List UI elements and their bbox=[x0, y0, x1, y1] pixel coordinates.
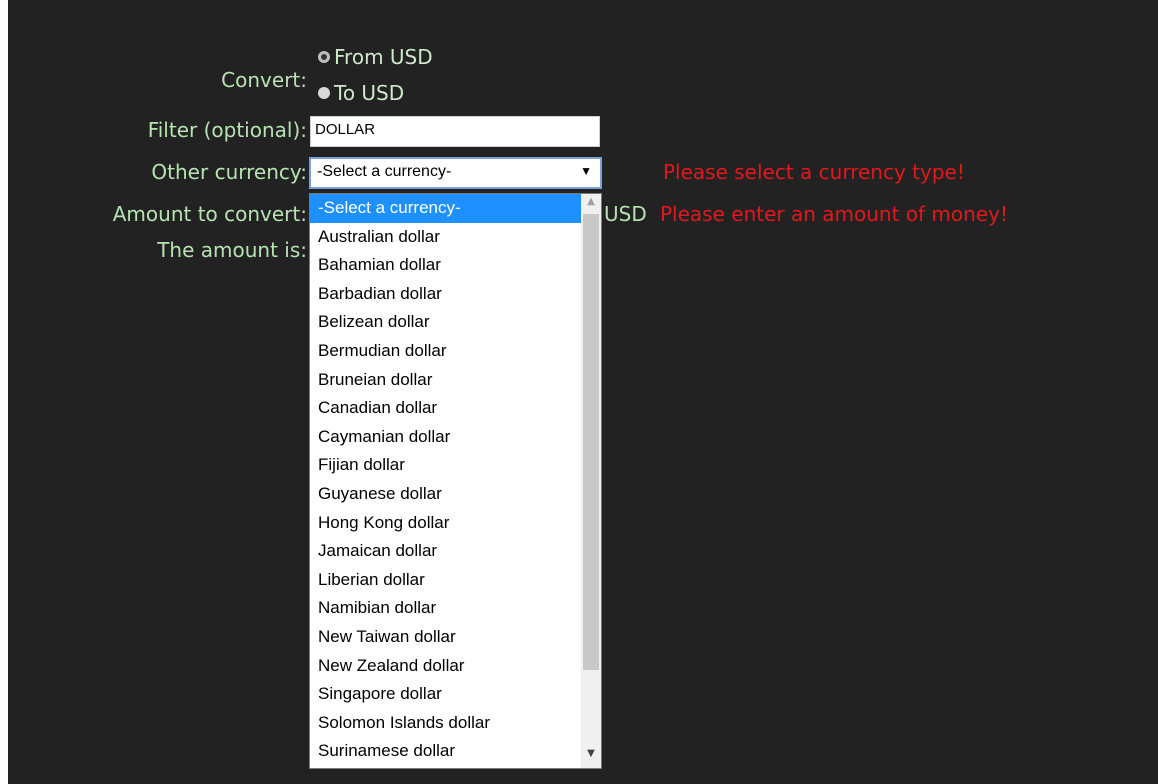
radio-from-usd-icon[interactable] bbox=[318, 51, 330, 63]
scrollbar-thumb[interactable] bbox=[583, 214, 599, 670]
radio-to-usd-label: To USD bbox=[334, 81, 405, 105]
dropdown-option[interactable]: New Taiwan dollar bbox=[310, 623, 601, 652]
currency-select[interactable]: -Select a currency- ▼ bbox=[309, 157, 602, 189]
radio-to-usd-icon[interactable] bbox=[318, 87, 330, 99]
dropdown-option[interactable]: Hong Kong dollar bbox=[310, 509, 601, 538]
dropdown-option[interactable]: Jamaican dollar bbox=[310, 537, 601, 566]
dropdown-option[interactable]: Surinamese dollar bbox=[310, 737, 601, 766]
currency-dropdown-list[interactable]: -Select a currency- Australian dollar Baha… bbox=[309, 193, 602, 769]
dropdown-option[interactable]: Bruneian dollar bbox=[310, 366, 601, 395]
dropdown-option[interactable]: Guyanese dollar bbox=[310, 480, 601, 509]
dropdown-scrollbar[interactable]: ▲ ▼ bbox=[581, 194, 601, 768]
currency-error: Please select a currency type! bbox=[663, 160, 965, 184]
dropdown-option[interactable]: Solomon Islands dollar bbox=[310, 709, 601, 738]
dropdown-option[interactable]: Singapore dollar bbox=[310, 680, 601, 709]
dropdown-option[interactable]: Canadian dollar bbox=[310, 394, 601, 423]
scroll-down-icon[interactable]: ▼ bbox=[581, 748, 601, 766]
dropdown-option[interactable]: Namibian dollar bbox=[310, 594, 601, 623]
other-currency-label: Other currency: bbox=[151, 160, 307, 184]
convert-label: Convert: bbox=[221, 68, 307, 92]
radio-to-usd[interactable]: To USD bbox=[318, 81, 404, 105]
dropdown-option[interactable]: Caymanian dollar bbox=[310, 423, 601, 452]
amount-error: Please enter an amount of money! bbox=[660, 202, 1008, 226]
radio-from-usd[interactable]: From USD bbox=[318, 45, 433, 69]
filter-input[interactable]: DOLLAR bbox=[310, 116, 600, 147]
currency-select-value: -Select a currency- bbox=[317, 163, 452, 180]
result-label: The amount is: bbox=[157, 238, 307, 262]
dropdown-option[interactable]: Barbadian dollar bbox=[310, 280, 601, 309]
scroll-up-icon[interactable]: ▲ bbox=[581, 196, 601, 214]
chevron-down-icon[interactable]: ▼ bbox=[580, 164, 592, 178]
dropdown-option[interactable]: Fijian dollar bbox=[310, 451, 601, 480]
amount-label: Amount to convert: bbox=[112, 202, 307, 226]
dropdown-option[interactable]: Australian dollar bbox=[310, 223, 601, 252]
dropdown-option[interactable]: New Zealand dollar bbox=[310, 652, 601, 681]
dropdown-option[interactable]: Belizean dollar bbox=[310, 308, 601, 337]
dropdown-option[interactable]: Liberian dollar bbox=[310, 566, 601, 595]
amount-unit: USD bbox=[604, 202, 647, 226]
dropdown-option-selected[interactable]: -Select a currency- bbox=[310, 194, 601, 223]
filter-label: Filter (optional): bbox=[147, 118, 307, 142]
dropdown-option[interactable]: Bahamian dollar bbox=[310, 251, 601, 280]
dropdown-option[interactable]: Bermudian dollar bbox=[310, 337, 601, 366]
radio-from-usd-label: From USD bbox=[334, 45, 433, 69]
